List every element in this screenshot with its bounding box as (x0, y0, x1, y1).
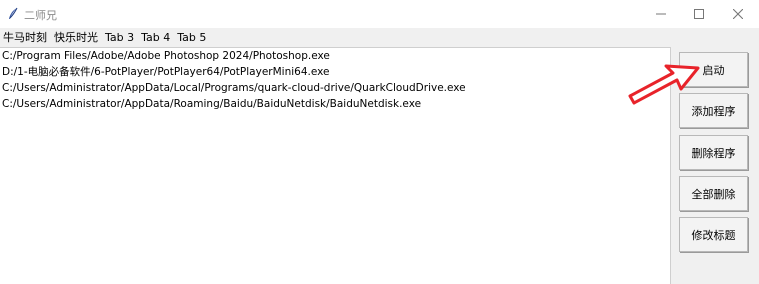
maximize-icon (694, 9, 704, 19)
title-bar: 二师兄 (0, 0, 759, 28)
maximize-button[interactable] (680, 0, 718, 28)
minimize-button[interactable] (642, 0, 680, 28)
edit-title-button[interactable]: 修改标题 (679, 217, 748, 252)
tab-3[interactable]: Tab 3 (102, 29, 138, 47)
close-icon (733, 9, 743, 19)
feather-icon (9, 7, 18, 19)
delete-program-button[interactable]: 删除程序 (679, 135, 748, 170)
tab-bar: 牛马时刻 快乐时光 Tab 3 Tab 4 Tab 5 (0, 29, 210, 47)
tab-5[interactable]: Tab 5 (174, 29, 210, 47)
annotation-arrow-icon (628, 64, 700, 105)
delete-all-button[interactable]: 全部删除 (679, 176, 748, 211)
list-item[interactable]: C:/Users/Administrator/AppData/Local/Pro… (0, 80, 670, 96)
window-title: 二师兄 (24, 9, 57, 22)
minimize-icon (656, 13, 666, 15)
close-button[interactable] (719, 0, 757, 28)
list-item[interactable]: C:/Program Files/Adobe/Adobe Photoshop 2… (0, 48, 670, 64)
list-item[interactable]: C:/Users/Administrator/AppData/Roaming/B… (0, 96, 670, 112)
tab-1[interactable]: 牛马时刻 (0, 29, 51, 47)
tab-4[interactable]: Tab 4 (138, 29, 174, 47)
tab-2[interactable]: 快乐时光 (51, 29, 102, 47)
program-listbox[interactable]: C:/Program Files/Adobe/Adobe Photoshop 2… (0, 47, 671, 284)
list-item[interactable]: D:/1-电脑必备软件/6-PotPlayer/PotPlayer64/PotP… (0, 64, 670, 80)
